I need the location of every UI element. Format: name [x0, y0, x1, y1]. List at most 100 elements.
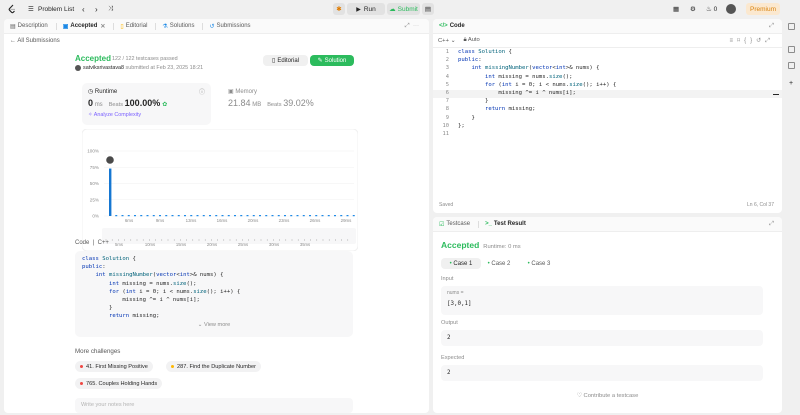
range-overview [102, 228, 356, 244]
sparkle-icon: ✧ [88, 112, 93, 118]
bug-icon: ✱ [336, 6, 342, 13]
code-line[interactable]: 11 [433, 131, 782, 139]
chart-bar [190, 215, 193, 217]
sidebar-add-icon[interactable]: + [789, 80, 793, 87]
username-link[interactable]: satviksrivastava8 [83, 65, 124, 71]
tab-testcase[interactable]: ☑ Testcase [439, 221, 470, 228]
problem-list-link[interactable]: Problem List [38, 3, 74, 15]
submit-button[interactable]: ☁ Submit [387, 3, 420, 15]
leetcode-logo[interactable] [7, 4, 17, 14]
case-3-tab[interactable]: • Case 3 [523, 258, 555, 269]
random-problem-icon[interactable]: ⤨ [108, 3, 113, 15]
layout-icon[interactable]: ▦ [673, 3, 679, 15]
y-tick-label: 25% [90, 197, 99, 202]
tab-code[interactable]: </> Code [439, 23, 465, 29]
chart-bar [121, 215, 124, 217]
expand-icon[interactable]: ⤢ [769, 23, 774, 29]
tab-solutions[interactable]: ⚗ Solutions [162, 23, 194, 30]
expand-icon[interactable]: ⤢ [769, 221, 774, 227]
code-line[interactable]: 9 } [433, 115, 782, 123]
more-icon[interactable]: ⋯ [413, 23, 419, 29]
challenge-find-duplicate-number[interactable]: 287. Find the Duplicate Number [166, 361, 261, 372]
line-text: public: [458, 57, 482, 64]
overview-tick-label: 20ms [207, 242, 217, 247]
auto-toggle[interactable]: 🔒︎ Auto [463, 37, 479, 44]
line-number: 5 [445, 81, 449, 88]
streak-count: 0 [713, 5, 718, 13]
sidebar-panel-icon[interactable] [788, 23, 795, 30]
next-problem-icon[interactable]: › [95, 3, 98, 15]
code-line[interactable]: 2 public: [433, 57, 782, 65]
top-bar: ☰ Problem List ‹ › ⤨ ✱ ▶ Run ☁ Submit ▤ ▦ … [0, 0, 800, 18]
runtime-distribution-chart[interactable]: 100% 75% 50% 25% 0% 6ms 9ms 13ms 16ms 20ms 23ms 26m… [82, 129, 358, 251]
chart-bar [159, 215, 161, 217]
line-number: 10 [442, 122, 450, 129]
info-icon[interactable]: ⓘ [199, 87, 205, 96]
notes-input[interactable]: Write your notes here [75, 398, 353, 413]
analyze-complexity-link[interactable]: ✧ Analyze Complexity [88, 112, 141, 118]
braces-icon[interactable]: {} [744, 38, 756, 44]
run-button[interactable]: ▶ Run [347, 3, 385, 15]
code-icon: </> [439, 23, 448, 29]
language-select[interactable]: C++ ⌄ [438, 38, 455, 44]
chart-bar [184, 215, 186, 217]
close-icon[interactable]: ✕ [100, 23, 105, 30]
code-line[interactable]: 10}; [433, 123, 782, 131]
prev-problem-icon[interactable]: ‹ [82, 3, 85, 15]
sidebar-notes-icon[interactable] [788, 46, 795, 53]
settings-icon[interactable]: ⚙ [690, 3, 696, 15]
chart-bar [340, 215, 343, 217]
code-line[interactable]: 1 class Solution { [433, 49, 782, 57]
tab-description[interactable]: ▤ Description [10, 23, 48, 30]
memory-card[interactable]: ▣ Memory 21.84 MB Beats 39.02% [222, 83, 342, 125]
submission-author: satviksrivastava8 submitted at Feb 23, 2… [75, 65, 203, 71]
problem-list-icon[interactable]: ☰ [28, 3, 34, 15]
tab-accepted[interactable]: ▣ Accepted ✕ [63, 23, 106, 30]
expand-icon[interactable]: ⤢ [405, 23, 410, 29]
runtime-card[interactable]: ◷ Runtime ⓘ 0 ms Beats 100.00% ✿ ✧ Analy… [82, 83, 211, 125]
challenge-first-missing-positive[interactable]: 41. First Missing Positive [75, 361, 153, 372]
tab-submissions[interactable]: ↺ Submissions [209, 23, 250, 30]
tab-editorial[interactable]: ▯ Editorial [120, 23, 147, 30]
code-line[interactable]: 5 for (int i = 0; i < nums.size(); i++) … [433, 82, 782, 90]
y-tick-label: 50% [90, 181, 99, 186]
solution-button[interactable]: ✎ Solution [310, 55, 354, 66]
input-box: nums = [3,0,1] [441, 286, 763, 315]
chart-bar [196, 215, 199, 217]
chart-bar [259, 215, 261, 217]
snippet-line: public: [82, 264, 106, 271]
editor-tabs: </> Code [433, 19, 782, 34]
avatar[interactable] [726, 3, 736, 15]
all-submissions-link[interactable]: ← All Submissions [10, 38, 60, 44]
sidebar-book-icon[interactable] [788, 62, 795, 69]
snippet-line: } [82, 305, 113, 312]
view-more-button[interactable]: ⌄ View more [75, 322, 353, 328]
y-tick-label: 0% [92, 214, 99, 219]
x-tick-label: 6ms [125, 218, 134, 223]
avatar[interactable] [75, 65, 81, 71]
format-icon[interactable]: ≡ [730, 38, 738, 44]
expected-box: 2 [441, 365, 763, 381]
contribute-testcase-button[interactable]: ♡ Contribute a testcase [433, 393, 782, 399]
debug-button[interactable]: ✱ [333, 3, 345, 15]
streak-icon[interactable]: ♨ 0 [706, 3, 717, 15]
cloud-upload-icon: ☁ [389, 6, 396, 13]
reset-icon[interactable]: ↺ [756, 38, 765, 44]
tab-test-result[interactable]: >_ Test Result [485, 221, 526, 227]
code-header: Code | C++ [75, 240, 109, 246]
code-line[interactable]: 7 } [433, 98, 782, 106]
editorial-button[interactable]: ▯ Editorial [263, 55, 308, 66]
code-line[interactable]: 4 int missing = nums.size(); [433, 74, 782, 82]
code-line[interactable]: 6 missing ^= i ^ nums[i]; [433, 90, 782, 98]
code-line[interactable]: 3 int missingNumber(vector<int>& nums) { [433, 65, 782, 73]
challenge-couples-holding-hands[interactable]: 765. Couples Holding Hands [75, 378, 163, 389]
fullscreen-icon[interactable]: ⤢ [765, 38, 774, 44]
notes-button[interactable]: ▤ [422, 3, 434, 15]
premium-button[interactable]: Premium [746, 3, 780, 15]
case-2-tab[interactable]: • Case 2 [483, 258, 515, 269]
code-line[interactable]: 8 return missing; [433, 106, 782, 114]
line-number: 4 [445, 73, 449, 80]
expected-label: Expected [441, 355, 465, 361]
checkbox-icon: ☑ [439, 221, 445, 228]
case-1-tab[interactable]: • Case 1 [441, 258, 481, 269]
